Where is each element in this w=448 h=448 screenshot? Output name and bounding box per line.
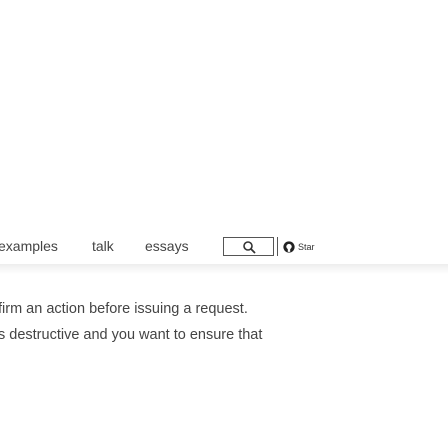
paragraph-line: s destructive and you want to ensure tha… — [0, 327, 263, 343]
search-button[interactable] — [223, 237, 274, 256]
github-icon — [283, 240, 295, 253]
navbar-shadow — [0, 264, 448, 274]
github-star-button[interactable]: Star — [277, 237, 320, 256]
nav-link-talk[interactable]: talk — [92, 238, 114, 254]
nav-link-examples[interactable]: examples — [0, 238, 58, 254]
page: examples talk essays Star firm an action… — [0, 0, 448, 448]
search-icon — [243, 241, 256, 254]
nav-link-essays[interactable]: essays — [145, 238, 189, 254]
paragraph-line: firm an action before issuing a request. — [0, 301, 248, 317]
top-navbar: examples talk essays Star — [0, 228, 448, 264]
star-label: Star — [298, 241, 315, 252]
